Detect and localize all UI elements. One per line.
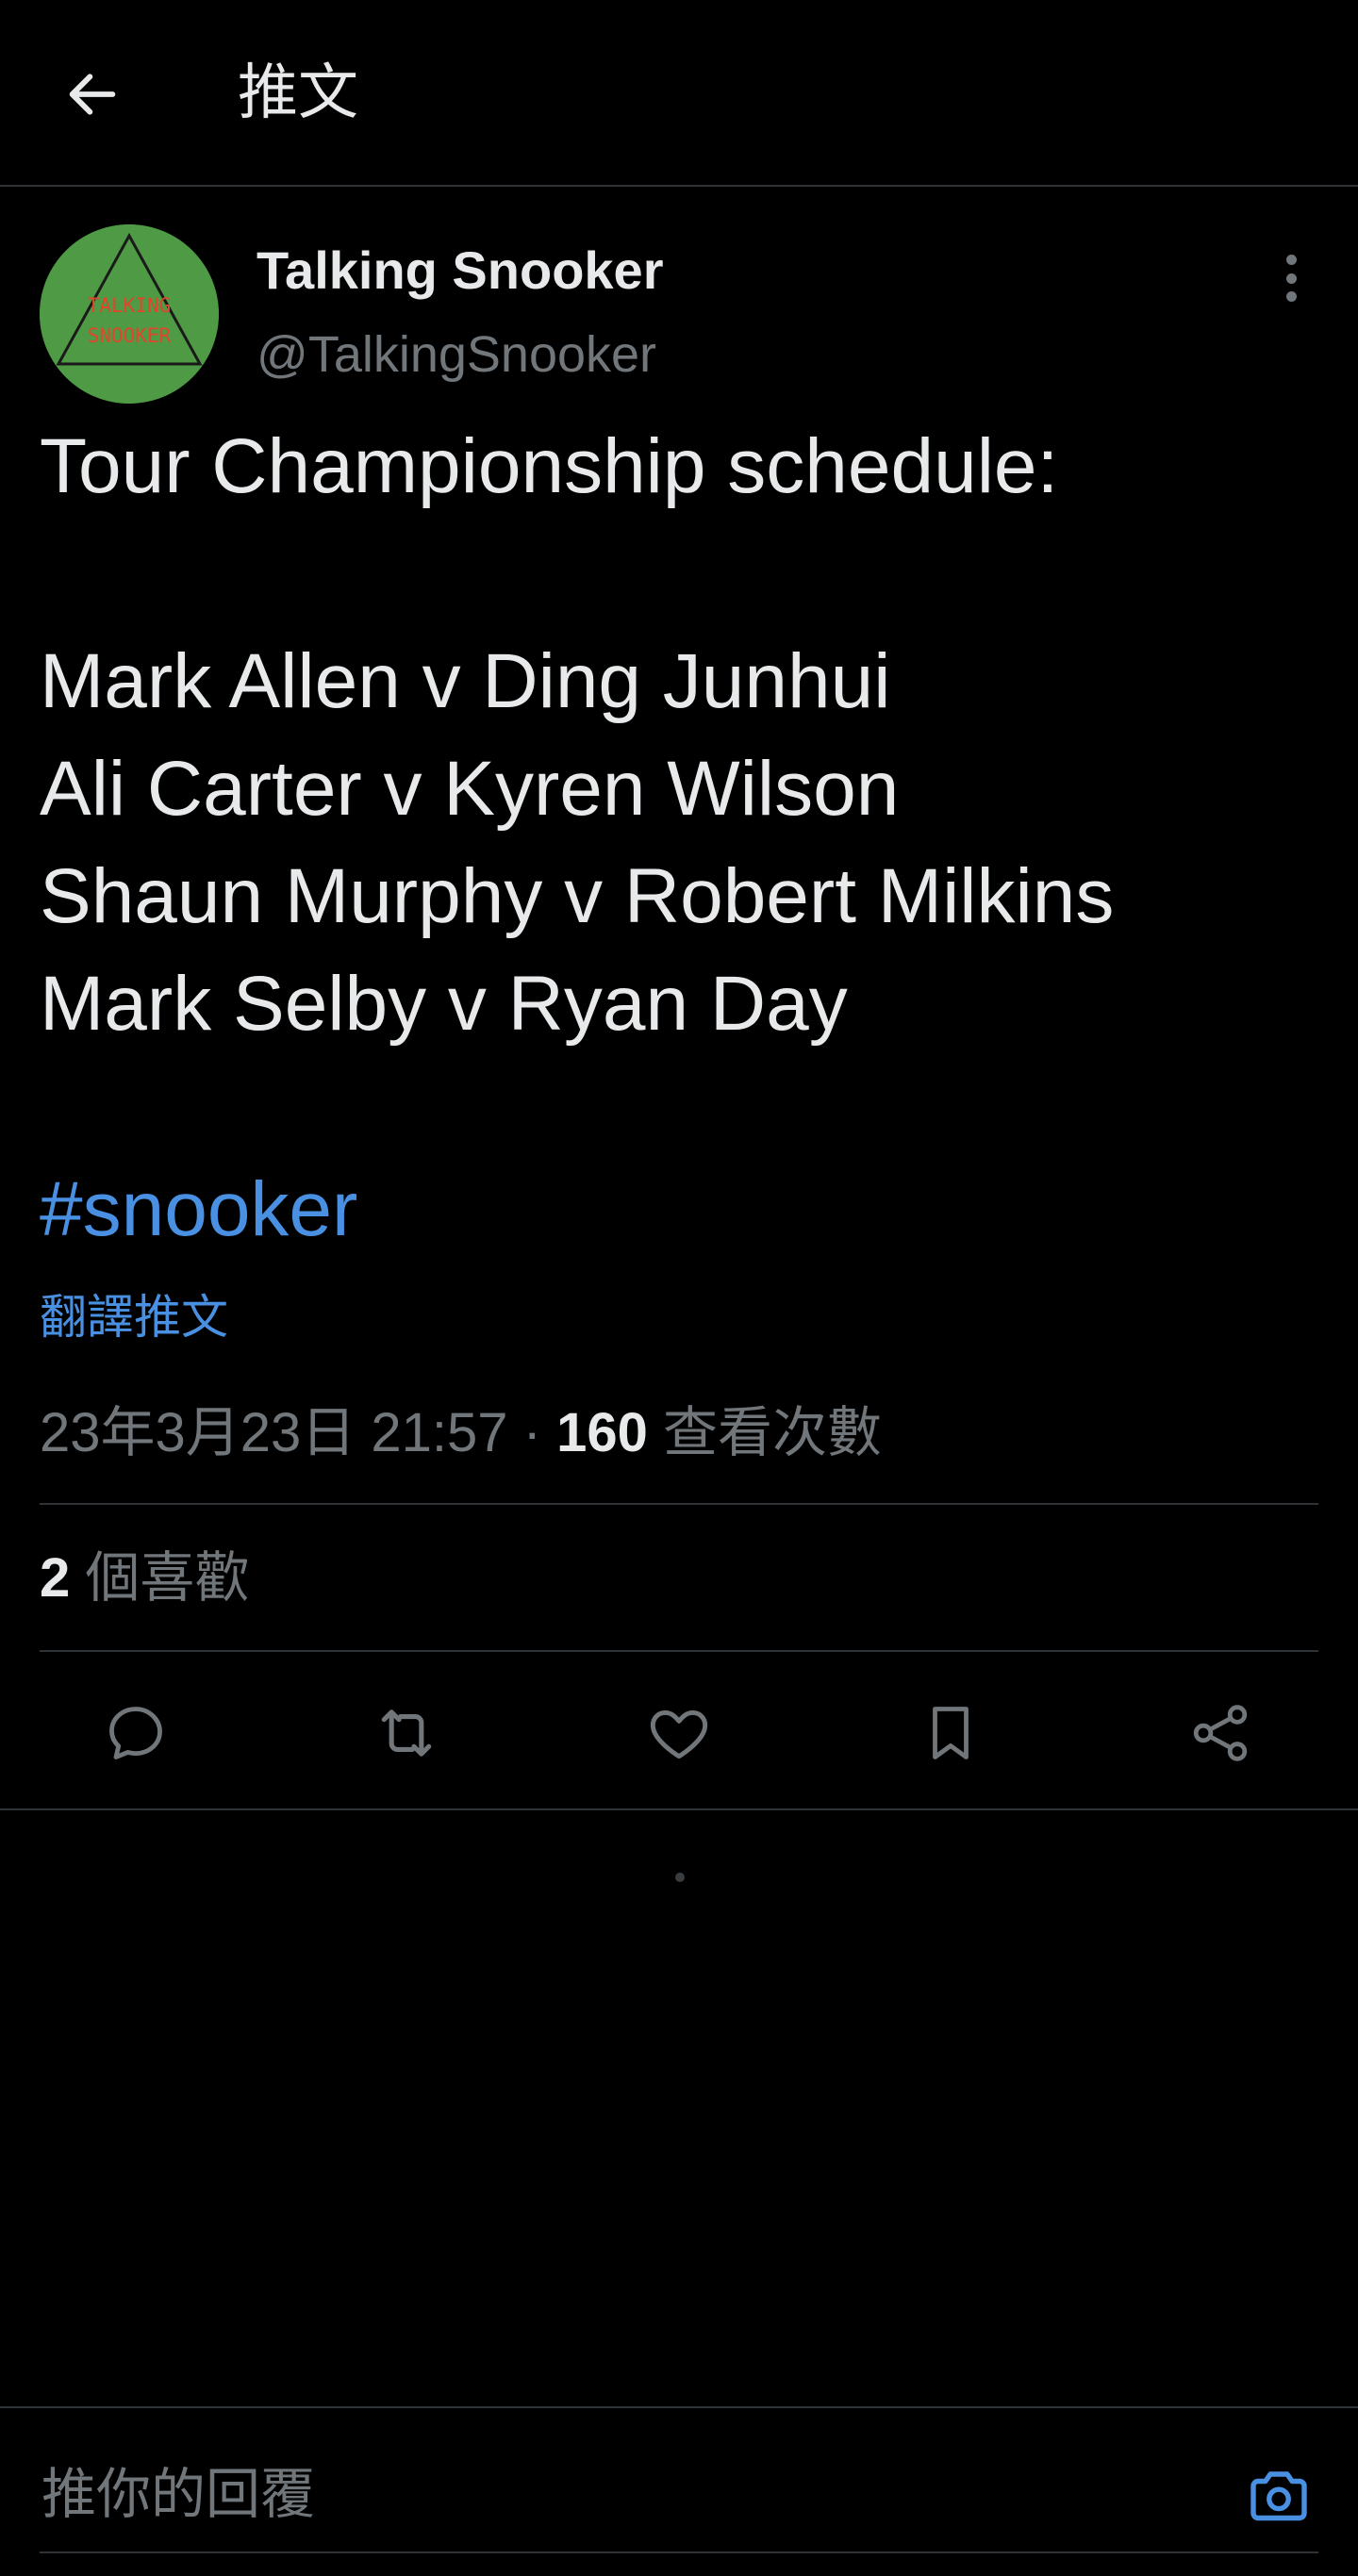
avatar[interactable]: TALKING SNOOKER bbox=[40, 224, 219, 404]
divider bbox=[0, 1808, 1358, 1810]
page-title: 推文 bbox=[238, 58, 358, 126]
camera-icon bbox=[1250, 2471, 1307, 2521]
author-name[interactable]: Talking Snooker bbox=[257, 238, 663, 304]
reply-icon bbox=[109, 1707, 162, 1759]
reply-button[interactable] bbox=[96, 1693, 175, 1773]
tweet-text: Tour Championship schedule: Mark Allen v… bbox=[40, 423, 1115, 1047]
reply-input[interactable] bbox=[40, 2446, 1175, 2542]
bookmark-icon bbox=[933, 1707, 969, 1759]
hashtag-link[interactable]: #snooker bbox=[40, 1156, 357, 1263]
avatar-text-top: TALKING bbox=[88, 294, 172, 317]
camera-button[interactable] bbox=[1239, 2457, 1318, 2536]
like-icon bbox=[650, 1709, 708, 1759]
tweet-timestamp[interactable]: 23年3月23日 21:57 bbox=[40, 1402, 508, 1463]
bookmark-button[interactable] bbox=[911, 1693, 990, 1773]
more-dot-icon bbox=[1285, 272, 1297, 284]
divider bbox=[40, 1503, 1318, 1505]
likes-label: 個喜歡 bbox=[85, 1547, 250, 1609]
top-bar: 推文 bbox=[0, 0, 1358, 187]
author-handle[interactable]: @TalkingSnooker bbox=[257, 322, 656, 387]
retweet-button[interactable] bbox=[367, 1693, 446, 1773]
action-bar bbox=[0, 1652, 1358, 1814]
share-icon bbox=[1193, 1705, 1248, 1761]
more-dot-icon bbox=[1285, 255, 1297, 265]
reply-bar bbox=[0, 2406, 1358, 2576]
more-options-button[interactable] bbox=[1271, 247, 1311, 309]
share-button[interactable] bbox=[1181, 1693, 1260, 1773]
likes-count: 2 bbox=[40, 1547, 71, 1609]
avatar-logo-icon: TALKING SNOOKER bbox=[40, 224, 219, 404]
retweet-icon bbox=[381, 1709, 432, 1757]
more-dot-icon bbox=[1285, 291, 1297, 302]
back-button[interactable] bbox=[55, 57, 130, 132]
avatar-text-bottom: SNOOKER bbox=[88, 324, 172, 347]
reply-underline bbox=[40, 2551, 1318, 2553]
translate-tweet-link[interactable]: 翻譯推文 bbox=[40, 1284, 228, 1350]
views-label: 查看次數 bbox=[663, 1402, 883, 1463]
loading-indicator bbox=[675, 1873, 685, 1882]
back-arrow-icon bbox=[69, 74, 116, 115]
tweet-meta: 23年3月23日 21:57 · 160 查看次數 bbox=[40, 1395, 882, 1471]
likes-stat[interactable]: 2 個喜歡 bbox=[40, 1544, 249, 1612]
like-button[interactable] bbox=[639, 1693, 719, 1773]
views-count: 160 bbox=[556, 1402, 648, 1463]
meta-separator: · bbox=[522, 1402, 541, 1463]
